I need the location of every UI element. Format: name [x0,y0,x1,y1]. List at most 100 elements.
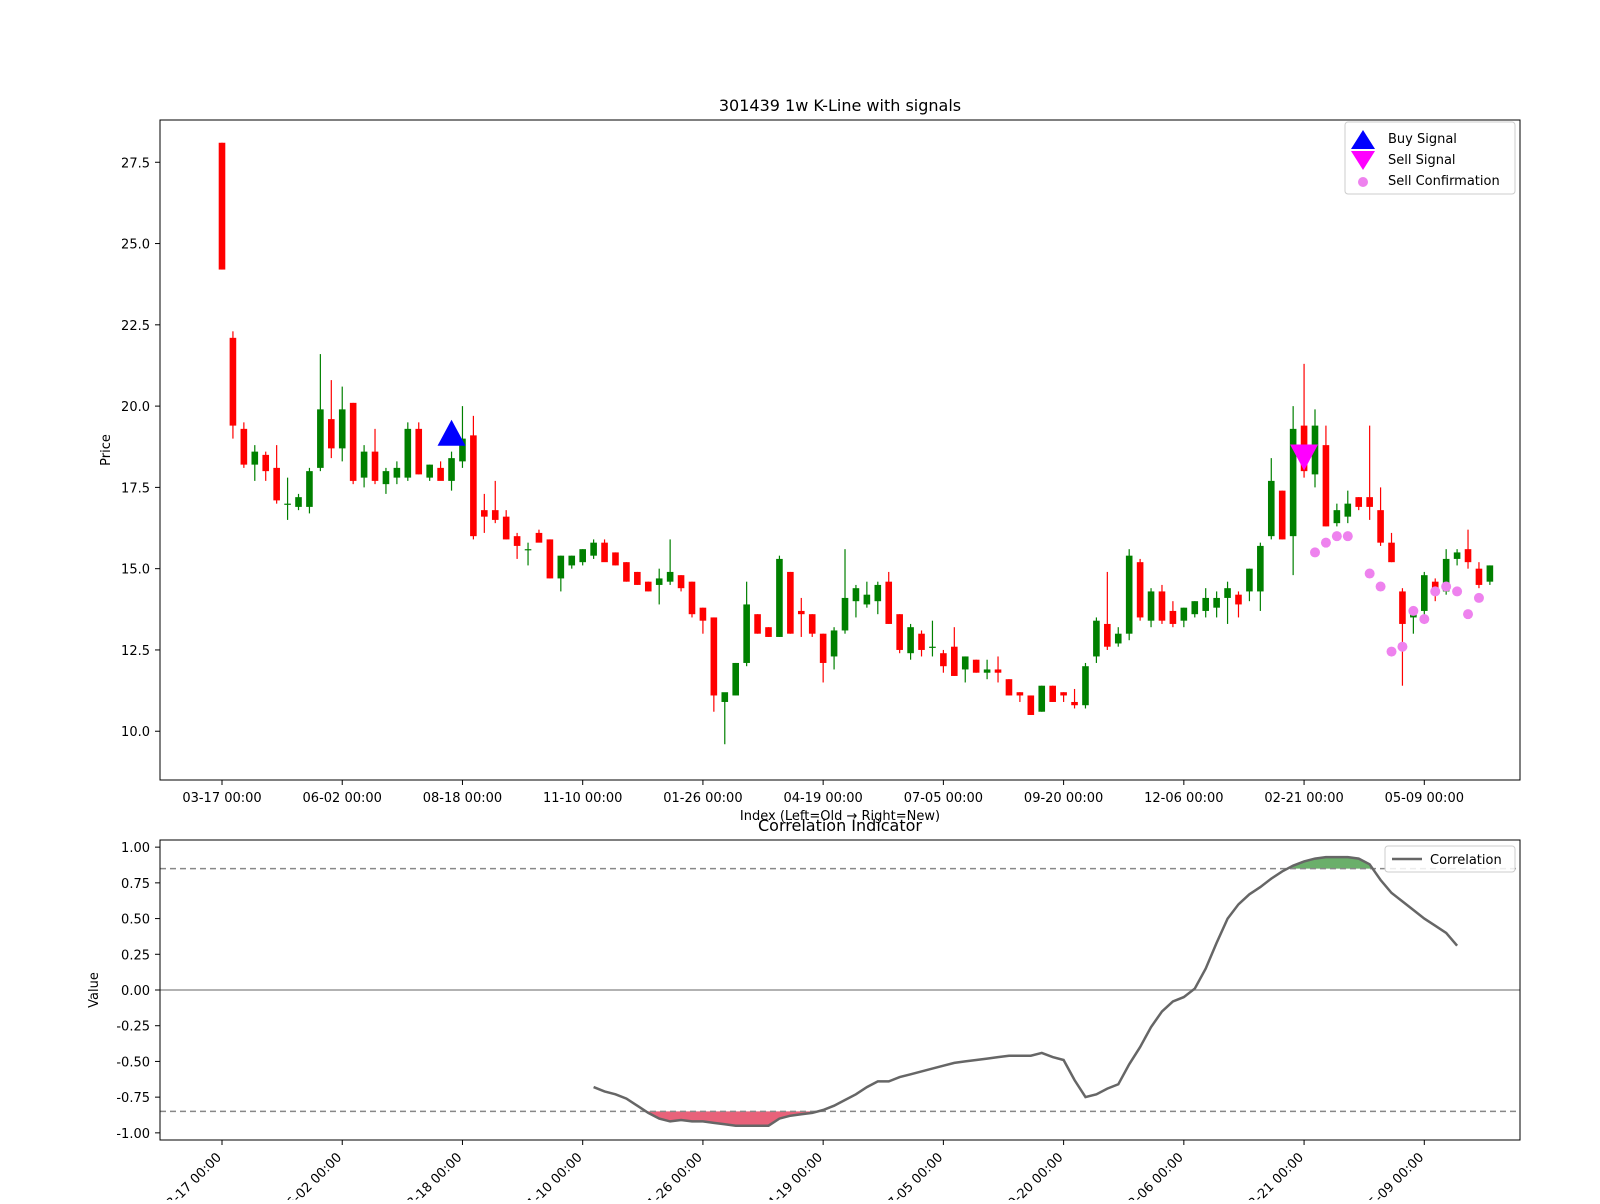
candle-body [491,510,499,520]
candle-body [568,555,576,566]
kline-ylabel: Price [99,434,114,466]
candle-body [819,633,827,663]
correlation-x-tick-label: 05-09 00:00 [1360,1150,1427,1200]
sell-confirmation-marker [1430,586,1441,597]
candle-body [787,571,794,634]
candle-body [1114,633,1122,644]
candle-body [929,646,936,648]
kline-x-tick-label: 05-09 00:00 [1385,791,1464,806]
legend-sell-confirmation-label: Sell Confirmation [1388,174,1500,189]
candle-body [426,464,433,478]
candle-body [557,555,565,579]
sell-confirmation-marker [1408,605,1419,616]
sell-confirmation-marker [1386,646,1397,657]
candle-body [415,428,423,475]
candle-body [1464,549,1472,563]
kline-x-tick-label: 09-20 00:00 [1024,791,1103,806]
candle-body [677,575,685,589]
candle-body [972,659,980,673]
correlation-x-tick-label: 02-21 00:00 [1240,1150,1307,1200]
correlation-y-tick-label: 0.25 [121,948,150,963]
sell-confirmation-marker [1342,531,1353,542]
correlation-y-tick-label: 0.50 [121,913,150,928]
candle-body [1147,591,1155,621]
correlation-x-tick-label: 04-19 00:00 [759,1150,826,1200]
candle-body [1169,610,1177,624]
kline-x-tick-label: 02-21 00:00 [1264,791,1343,806]
kline-y-tick-label: 25.0 [121,238,150,253]
candle-body [393,467,401,478]
candle-body [1125,555,1133,634]
correlation-y-tick-label: 0.00 [121,984,150,999]
candle-body [273,467,280,501]
candle-body [448,458,455,481]
candle-body [951,646,958,676]
kline-y-tick-label: 15.0 [121,563,150,578]
correlation-x-tick-label: 12-06 00:00 [1120,1150,1187,1200]
correlation-line [593,855,1459,1127]
correlation-y-ticks: -1.00 -0.75 -0.50 -0.25 0.00 0.25 0.50 0.75 1.00 [116,841,160,1142]
legend-buy-label: Buy Signal [1388,132,1457,147]
candle-body [1486,565,1494,582]
correlation-x-tick-label: 08-18 00:00 [399,1150,466,1200]
candle-body [1136,562,1144,618]
lower-threshold-fill [646,1111,818,1126]
candle-body [1016,692,1024,696]
candle-body [1453,552,1461,559]
sell-confirmation-marker [1397,641,1408,652]
candle-body [1224,588,1231,598]
correlation-y-tick-label: -1.00 [116,1127,150,1142]
candle-body [874,584,882,602]
sell-confirmation-marker [1473,592,1484,603]
candle-body [1093,620,1100,657]
candle-body [590,542,597,556]
correlation-x-tick-label: 09-20 00:00 [1000,1150,1067,1200]
candle-body [470,435,477,537]
candle-body [732,662,740,696]
correlation-x-ticks: 03-17 00:00 06-02 00:00 08-18 00:00 11-10 0… [158,1140,1427,1204]
candle-body [940,653,947,667]
correlation-panel: -1.00 -0.75 -0.50 -0.25 0.00 0.25 0.50 0.75 1.00… [87,816,1521,1204]
candle-body [601,542,608,563]
candle-body [765,627,772,637]
candle-body [644,581,652,592]
kline-y-tick-label: 12.5 [121,644,150,659]
candle-body [1235,594,1242,605]
correlation-x-tick-label: 07-05 00:00 [879,1150,946,1200]
candle-body [481,510,488,517]
candle-body [262,454,270,472]
sell-confirmation-marker [1310,547,1320,558]
candle-body [841,597,849,631]
candle-body [743,604,750,663]
correlation-legend: Correlation [1384,845,1516,873]
candle-body [1060,692,1067,696]
kline-y-tick-label: 17.5 [121,481,150,496]
candle-body [699,607,707,621]
candle-body [1377,510,1384,543]
candle-body [623,562,630,582]
candle-body [907,627,914,654]
candle-body [437,467,444,481]
candle-body [754,614,761,634]
sell-confirmation-marker [1441,581,1452,592]
candle-body [1071,701,1078,706]
candle-body [371,451,379,481]
candle-body [983,669,991,673]
chart-svg: 10.0 12.5 15.0 17.5 20.0 22.5 25.0 27.5 03-17 0… [87,96,1521,1204]
candle-body [338,409,346,449]
legend-sell-label: Sell Signal [1388,153,1456,168]
kline-x-ticks: 03-17 00:00 06-02 00:00 08-18 00:00 11-10 0… [182,780,1464,806]
kline-x-tick-label: 04-19 00:00 [783,791,862,806]
candle-body [885,581,893,624]
candle-body [1344,503,1352,517]
candle-body [896,614,903,650]
candle-body [1213,597,1220,608]
sell-confirmation-marker [1463,609,1474,620]
candle-body [382,471,390,485]
kline-y-tick-label: 22.5 [121,319,150,334]
correlation-y-tick-label: 0.75 [121,877,150,892]
candle-body [666,571,674,582]
candle-body [546,539,554,579]
candle-body [1104,623,1111,647]
sell-confirmation-marker [1452,586,1463,597]
